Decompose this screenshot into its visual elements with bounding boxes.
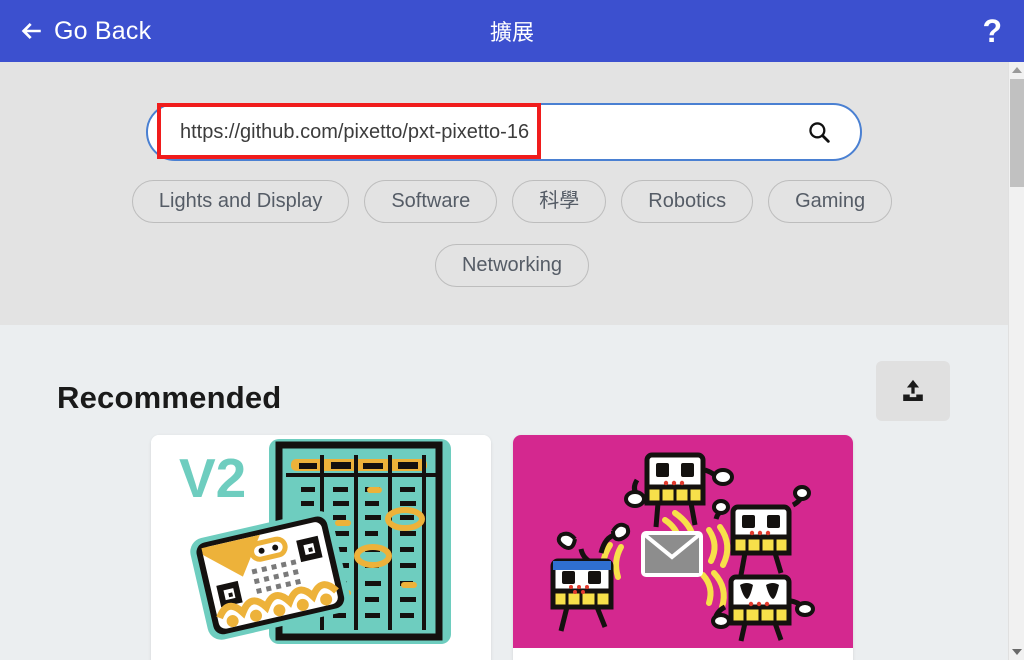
scrollbar-thumb[interactable]: [1010, 79, 1024, 187]
go-back-label: Go Back: [54, 16, 152, 45]
arrow-left-icon: [21, 22, 41, 40]
scroll-up-button[interactable]: [1009, 62, 1024, 78]
chip-networking[interactable]: Networking: [434, 244, 590, 287]
chip-software[interactable]: Software: [364, 180, 498, 223]
app-header: Go Back 擴展 ?: [0, 0, 1024, 62]
search-icon[interactable]: [806, 119, 832, 145]
help-icon[interactable]: ?: [982, 15, 1002, 47]
svg-text:V2: V2: [179, 447, 246, 509]
microbit-radio-characters-illustration: [513, 435, 853, 648]
category-chips-row-2: Networking: [0, 244, 1024, 287]
card-title: [513, 648, 853, 653]
page-title: 擴展: [489, 20, 534, 45]
category-chips-row-1: Lights and Display Software 科學 Robotics …: [0, 180, 1024, 223]
go-back-button[interactable]: Go Back: [18, 17, 151, 46]
search-panel: Lights and Display Software 科學 Robotics …: [0, 62, 1024, 325]
chip-lights-and-display[interactable]: Lights and Display: [131, 180, 350, 223]
chip-science[interactable]: 科學: [512, 180, 607, 223]
extensions-page: Go Back 擴展 ? Lights and Display Software…: [0, 0, 1024, 660]
extension-card[interactable]: [513, 435, 853, 660]
import-extension-button[interactable]: [876, 361, 950, 421]
search-input[interactable]: [178, 113, 782, 151]
search-field[interactable]: [146, 103, 862, 161]
chip-robotics[interactable]: Robotics: [621, 180, 754, 223]
section-title: Recommended: [57, 380, 282, 415]
vertical-scrollbar[interactable]: [1008, 62, 1024, 660]
extension-card[interactable]: V2: [151, 435, 491, 660]
scroll-down-button[interactable]: [1009, 644, 1024, 660]
upload-icon: [903, 379, 923, 402]
caret-down-icon: [1011, 649, 1022, 655]
card-title: [151, 648, 491, 653]
recommended-section: Recommended V2: [0, 325, 1024, 660]
chip-gaming[interactable]: Gaming: [768, 180, 893, 223]
microbit-v2-illustration: V2: [151, 435, 491, 648]
caret-up-icon: [1011, 67, 1022, 73]
